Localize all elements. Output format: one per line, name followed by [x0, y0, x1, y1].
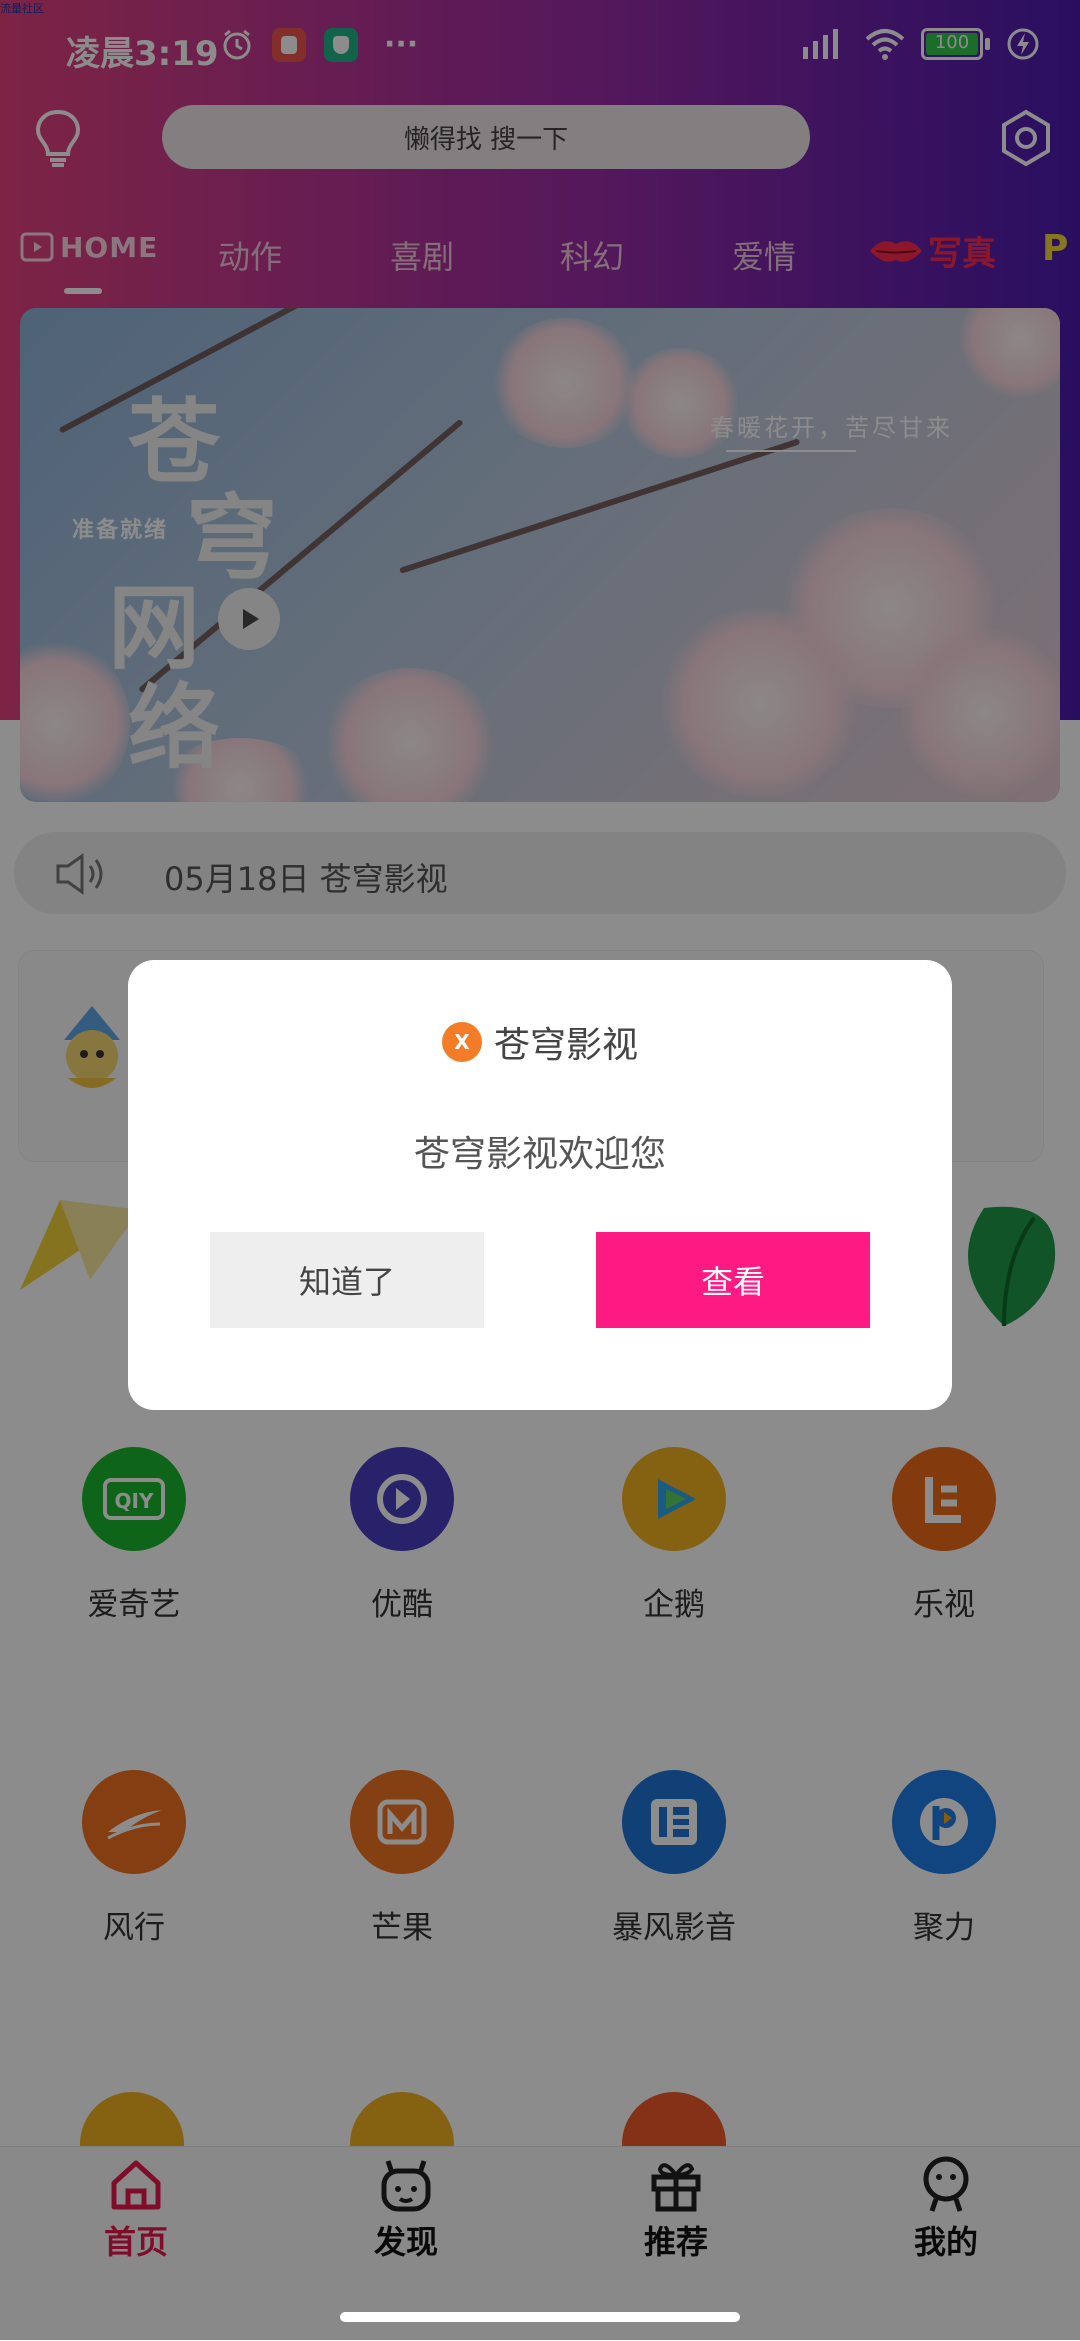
dismiss-button[interactable]: 知道了 — [210, 1232, 484, 1328]
home-gesture-bar[interactable] — [340, 2312, 740, 2322]
dialog-header: X 苍穹影视 — [128, 1016, 952, 1068]
welcome-dialog: X 苍穹影视 苍穹影视欢迎您 知道了 查看 — [128, 960, 952, 1410]
view-button[interactable]: 查看 — [596, 1232, 870, 1328]
dialog-message: 苍穹影视欢迎您 — [413, 1134, 666, 1175]
app-logo-icon: X — [441, 1022, 482, 1062]
dialog-title: 苍穹影视 — [493, 1025, 638, 1066]
